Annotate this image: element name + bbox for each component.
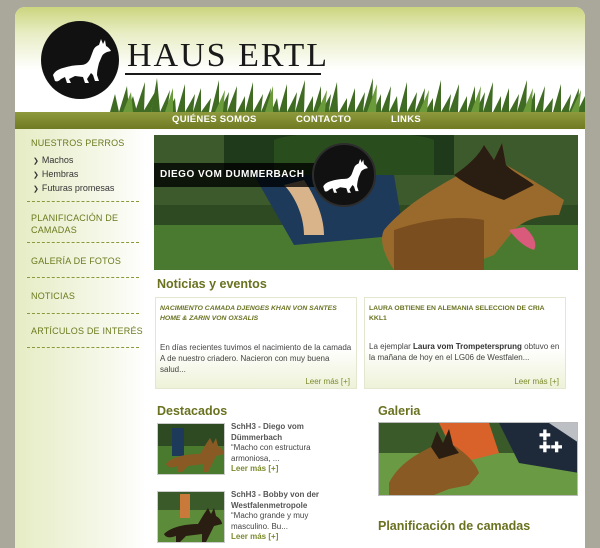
dog-photo <box>158 424 224 474</box>
destacado-text: SchH3 - Diego vom Dümmerbach “Macho con … <box>231 422 349 475</box>
sidebar-item-galeria[interactable]: GALERÍA DE FOTOS <box>31 255 121 267</box>
news-card: LAURA OBTIENE EN ALEMANIA SELECCION DE C… <box>364 297 566 389</box>
hero-emblem <box>312 143 376 207</box>
logo-emblem[interactable] <box>41 21 119 99</box>
sidebar-divider <box>27 201 139 202</box>
plus-icon: ✚ ✚✚ <box>539 427 563 455</box>
destacado-thumbnail[interactable] <box>157 491 225 543</box>
sidebar-item-noticias[interactable]: NOTICIAS <box>31 290 75 302</box>
news-title[interactable]: NACIMIENTO CAMADA DJENGES KHAN VON SANTE… <box>160 304 354 324</box>
galeria-heading: Galeria <box>378 404 421 418</box>
nav-contacto[interactable]: CONTACTO <box>296 114 351 125</box>
nav-links[interactable]: LINKS <box>391 114 421 125</box>
read-more-link[interactable]: Leer más [+] <box>231 464 349 475</box>
chevron-right-icon: ❯ <box>33 172 39 179</box>
site-header: HAUS ERTL <box>15 7 585 112</box>
dog-silhouette-icon <box>53 39 111 83</box>
logo-underline <box>125 73 321 75</box>
hero-caption: DIEGO VOM DUMMERBACH <box>154 163 324 187</box>
top-nav: QUIÉNES SOMOS CONTACTO LINKS <box>15 112 585 129</box>
sidebar-divider <box>27 277 139 278</box>
gallery-preview[interactable]: ✚ ✚✚ <box>378 422 578 496</box>
chevron-right-icon: ❯ <box>33 186 39 193</box>
noticias-heading: Noticias y eventos <box>157 277 267 291</box>
sidebar-divider <box>27 347 139 348</box>
read-more-link[interactable]: Leer más [+] <box>231 532 349 543</box>
destacados-heading: Destacados <box>157 404 228 418</box>
sidebar-divider <box>27 242 139 243</box>
destacado-thumbnail[interactable] <box>157 423 225 475</box>
sidebar-subitem-machos[interactable]: ❯ Machos <box>33 155 73 165</box>
nav-quienes-somos[interactable]: QUIÉNES SOMOS <box>172 114 257 125</box>
news-body: La ejemplar Laura vom Trompetersprung ob… <box>369 342 560 362</box>
sidebar: NUESTROS PERROS ❯ Machos ❯ Hembras ❯ Futura… <box>15 129 147 548</box>
sidebar-item-planificacion[interactable]: PLANIFICACIÓN DE CAMADAS <box>31 212 118 236</box>
chevron-right-icon: ❯ <box>33 158 39 165</box>
page: HAUS ERTL QUIÉNES SOMOS CONTACTO LINKS N… <box>15 7 585 548</box>
sidebar-item-nuestros-perros[interactable]: NUESTROS PERROS <box>31 137 125 149</box>
dog-photo <box>158 492 224 542</box>
planificacion-heading: Planificación de camadas <box>378 519 531 533</box>
news-card: NACIMIENTO CAMADA DJENGES KHAN VON SANTE… <box>155 297 357 389</box>
read-more-link[interactable]: Leer más [+] <box>514 377 559 386</box>
hero-banner[interactable]: DIEGO VOM DUMMERBACH <box>154 135 578 270</box>
destacado-text: SchH3 - Bobby von der Westfalenmetropole… <box>231 490 349 543</box>
sidebar-item-articulos[interactable]: ARTÍCULOS DE INTERÉS <box>31 325 143 337</box>
sidebar-divider <box>27 313 139 314</box>
dog-silhouette-icon <box>323 158 368 193</box>
news-body: En días recientes tuvimos el nacimiento … <box>160 343 352 374</box>
sidebar-subitem-futuras-promesas[interactable]: ❯ Futuras promesas <box>33 183 114 193</box>
read-more-link[interactable]: Leer más [+] <box>305 377 350 386</box>
site-logo-text[interactable]: HAUS ERTL <box>127 37 329 75</box>
news-title[interactable]: LAURA OBTIENE EN ALEMANIA SELECCION DE C… <box>369 304 563 324</box>
sidebar-subitem-hembras[interactable]: ❯ Hembras <box>33 169 78 179</box>
